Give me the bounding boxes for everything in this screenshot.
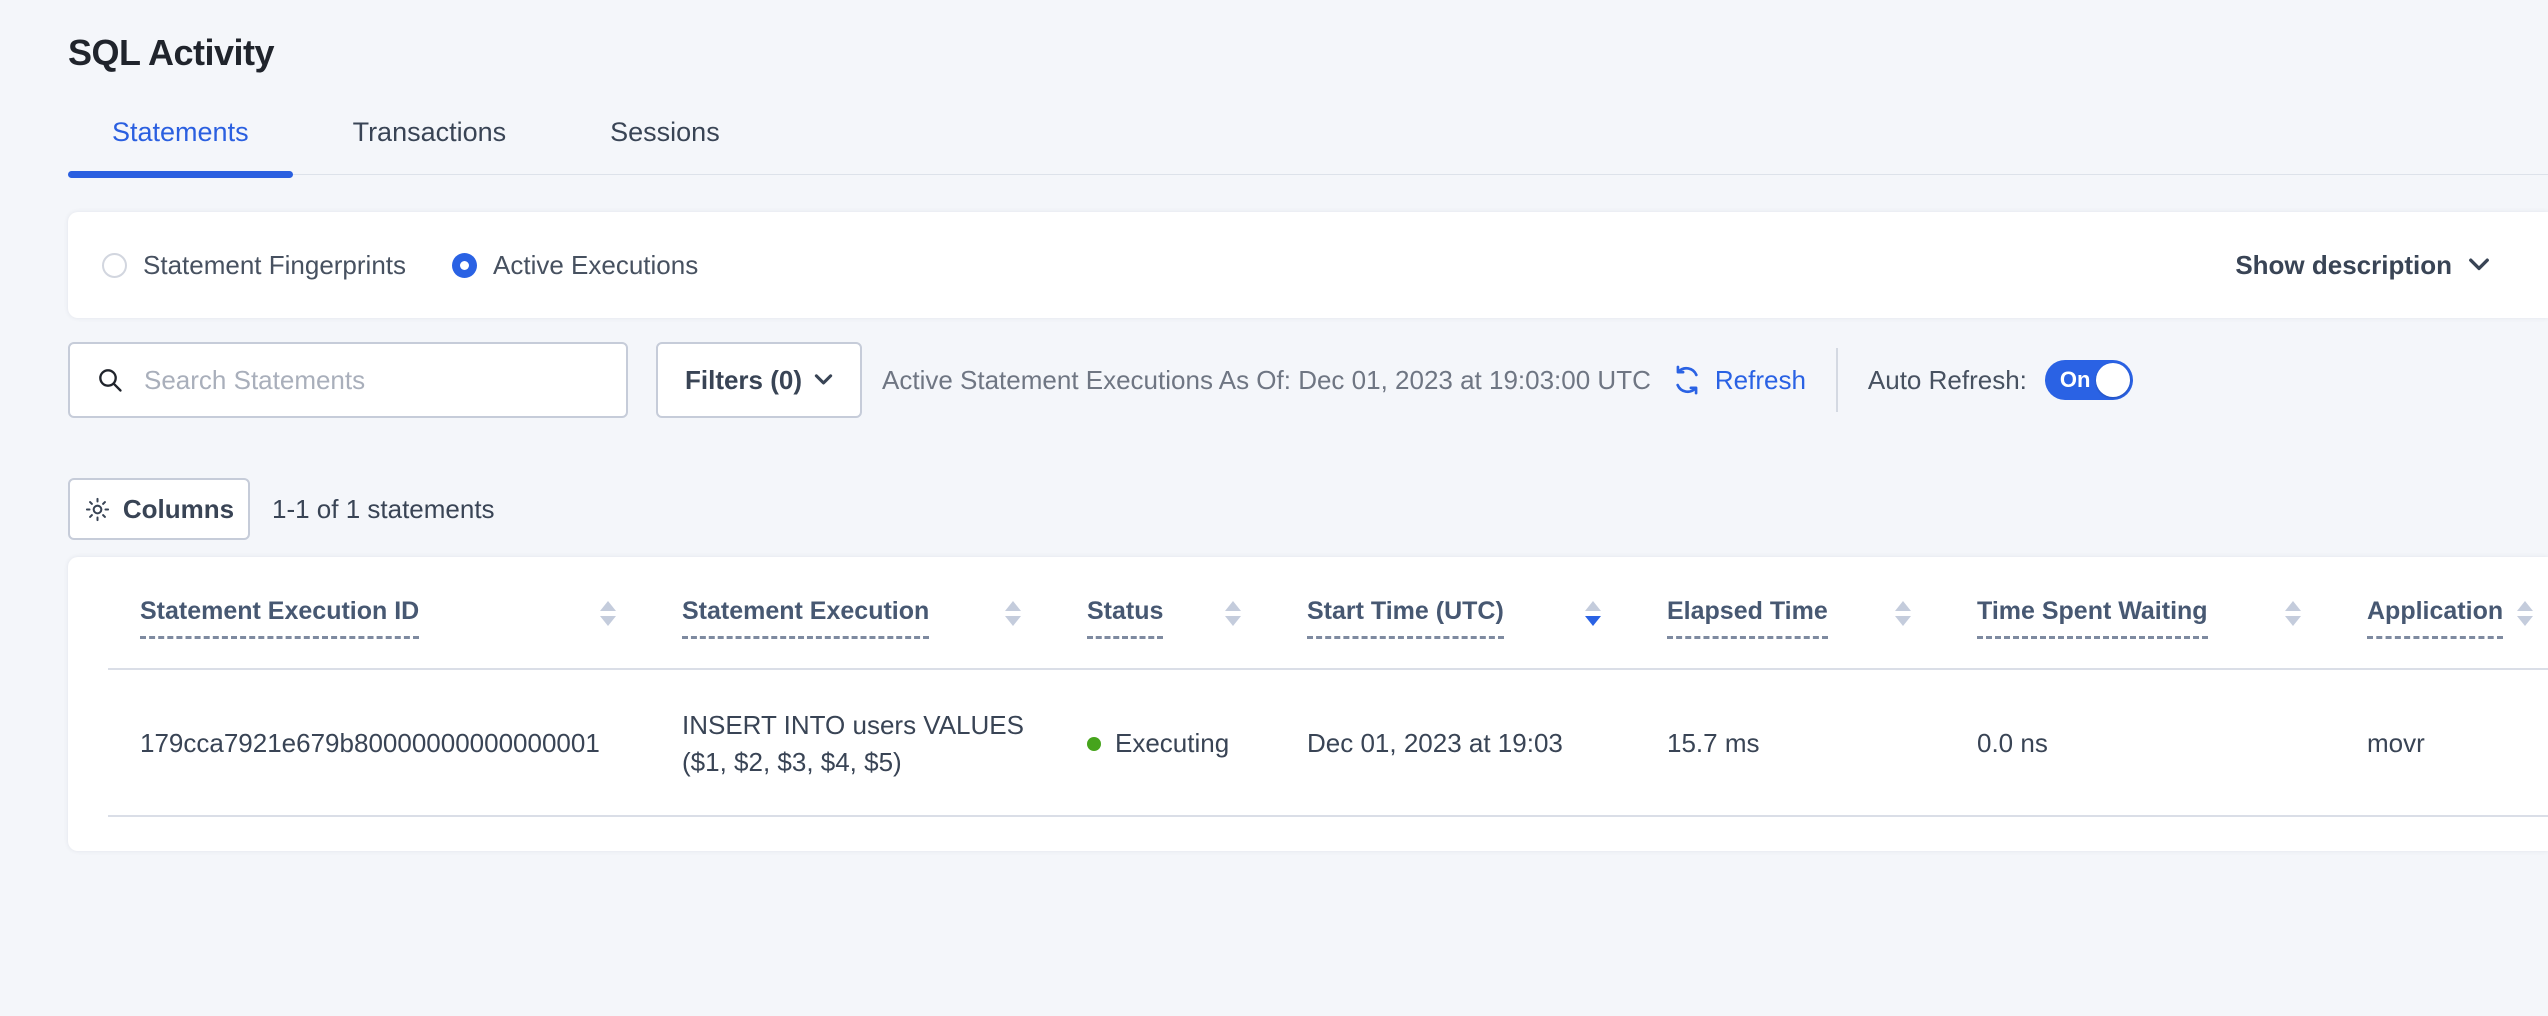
radio-label-active-executions: Active Executions [493,250,698,281]
toggle-knob [2096,363,2130,397]
view-mode-radio-group: Statement Fingerprints Active Executions [102,250,744,281]
show-description-toggle[interactable]: Show description [2235,250,2490,281]
tab-statements[interactable]: Statements [68,118,293,174]
radio-unselected-icon [102,253,127,278]
radio-statement-fingerprints[interactable]: Statement Fingerprints [102,250,406,281]
sort-icon[interactable] [1895,601,1911,626]
status-dot [1087,737,1101,751]
radio-active-executions[interactable]: Active Executions [452,250,698,281]
page-title: SQL Activity [68,34,2548,72]
column-header-elapsed-time[interactable]: Elapsed Time [1645,557,1955,670]
toolbar: Filters (0) Active Statement Executions … [68,342,2548,418]
sort-icon[interactable] [2285,601,2301,626]
column-header-application[interactable]: Application [2345,557,2548,670]
filters-button[interactable]: Filters (0) [656,342,862,418]
tab-sessions[interactable]: Sessions [566,118,764,174]
results-count: 1-1 of 1 statements [272,494,495,525]
column-header-start-time[interactable]: Start Time (UTC) [1285,557,1645,670]
cell-status: Executing [1065,670,1285,817]
toggle-state-label: On [2060,367,2091,393]
column-header-statement-execution-id[interactable]: Statement Execution ID [68,557,660,670]
search-box [68,342,628,418]
table-row: 179cca7921e679b80000000000000001 INSERT … [68,670,2548,817]
chevron-down-icon [814,374,833,386]
auto-refresh-toggle[interactable]: On [2045,360,2133,400]
cell-execution-id: 179cca7921e679b80000000000000001 [68,670,660,817]
sql-activity-page: SQL Activity Statements Transactions Ses… [0,34,2548,1016]
column-header-time-spent-waiting[interactable]: Time Spent Waiting [1955,557,2345,670]
sort-icon[interactable] [1225,601,1241,626]
sort-icon[interactable] [2517,601,2533,626]
refresh-icon [1671,364,1703,396]
filters-button-label: Filters (0) [685,365,802,396]
radio-label-statement-fingerprints: Statement Fingerprints [143,250,406,281]
columns-button[interactable]: Columns [68,478,250,540]
cell-start-time: Dec 01, 2023 at 19:03 [1285,670,1645,817]
chevron-down-icon [2468,258,2490,272]
status-label: Executing [1115,728,1229,759]
tab-transactions[interactable]: Transactions [309,118,551,174]
search-input[interactable] [144,365,608,396]
as-of-timestamp-text: Active Statement Executions As Of: Dec 0… [882,365,1651,396]
column-header-statement-execution[interactable]: Statement Execution [660,557,1065,670]
statement-text-line1: INSERT INTO users VALUES [682,707,1024,744]
table-header-row: Statement Execution ID Statement Executi… [68,557,2548,670]
cell-time-spent-waiting: 0.0 ns [1955,670,2345,817]
sort-icon[interactable] [1585,601,1601,626]
cell-elapsed-time: 15.7 ms [1645,670,1955,817]
search-icon [96,366,124,394]
auto-refresh-label: Auto Refresh: [1868,365,2027,396]
cell-application: movr [2345,670,2548,817]
cell-statement: INSERT INTO users VALUES ($1, $2, $3, $4… [660,670,1065,817]
gear-icon [84,496,111,523]
refresh-label: Refresh [1715,365,1806,396]
vertical-divider [1836,348,1838,412]
statement-text-line2: ($1, $2, $3, $4, $5) [682,744,902,781]
columns-button-label: Columns [123,494,234,525]
sort-icon[interactable] [600,601,616,626]
table-controls-row: Columns 1-1 of 1 statements [68,478,2548,540]
statements-table: Statement Execution ID Statement Executi… [68,557,2548,851]
show-description-label: Show description [2235,250,2452,281]
column-header-status[interactable]: Status [1065,557,1285,670]
sort-icon[interactable] [1005,601,1021,626]
tab-bar: Statements Transactions Sessions [68,118,2548,175]
radio-selected-icon [452,253,477,278]
view-mode-card: Statement Fingerprints Active Executions… [68,212,2548,318]
refresh-button[interactable]: Refresh [1671,364,1806,396]
